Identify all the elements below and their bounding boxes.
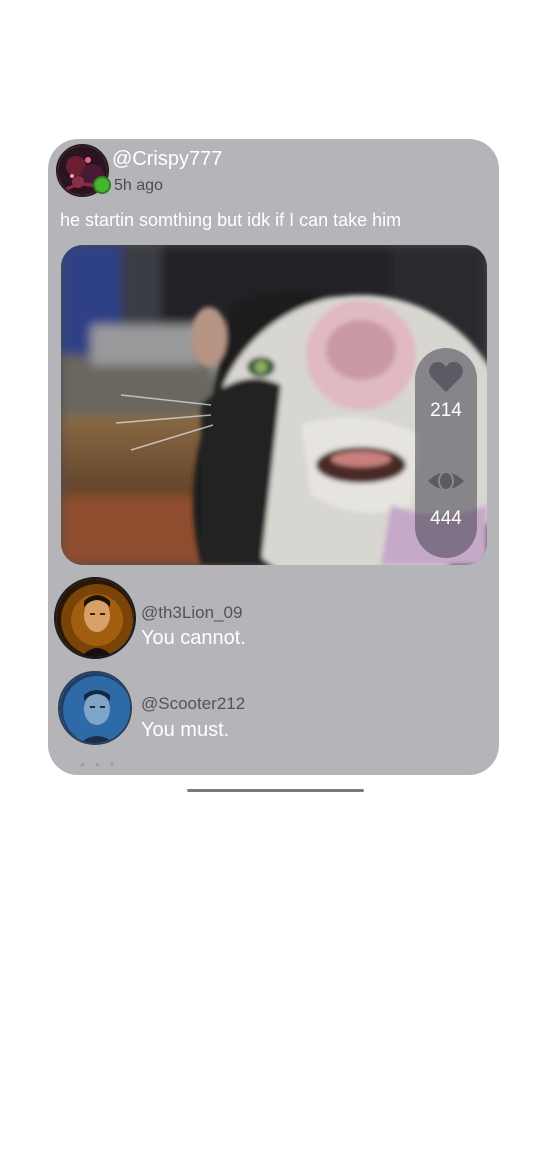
post-time: 5h ago xyxy=(114,177,163,194)
post-caption: he startin somthing but idk if I can tak… xyxy=(60,210,402,230)
views-indicator xyxy=(415,468,477,498)
post-image[interactable]: 214 444 xyxy=(61,245,487,565)
online-status-indicator xyxy=(93,176,111,194)
commenter-avatar[interactable] xyxy=(58,671,132,745)
commenter-avatar[interactable] xyxy=(54,577,136,659)
comment-text: You cannot. xyxy=(141,627,246,649)
comment-item: @Scooter212 You must. xyxy=(54,671,484,755)
like-count: 214 xyxy=(430,400,462,421)
eye-icon xyxy=(428,471,464,491)
home-indicator-bar[interactable] xyxy=(187,789,364,792)
post-card: @Crispy777 5h ago he startin somthing bu… xyxy=(48,139,499,775)
post-stats-panel: 214 444 xyxy=(415,348,477,558)
author-username[interactable]: @Crispy777 xyxy=(112,148,222,171)
like-button[interactable] xyxy=(415,360,477,396)
comment-text: You must. xyxy=(141,719,230,741)
more-comments-indicator[interactable]: • • • xyxy=(80,756,117,772)
commenter-username[interactable]: @th3Lion_09 xyxy=(141,603,242,623)
view-count: 444 xyxy=(430,508,462,529)
commenter-username[interactable]: @Scooter212 xyxy=(141,694,245,714)
heart-icon xyxy=(429,362,463,392)
screen: @Crispy777 5h ago he startin somthing bu… xyxy=(0,0,550,1150)
comment-item: @th3Lion_09 You cannot. xyxy=(54,577,484,661)
